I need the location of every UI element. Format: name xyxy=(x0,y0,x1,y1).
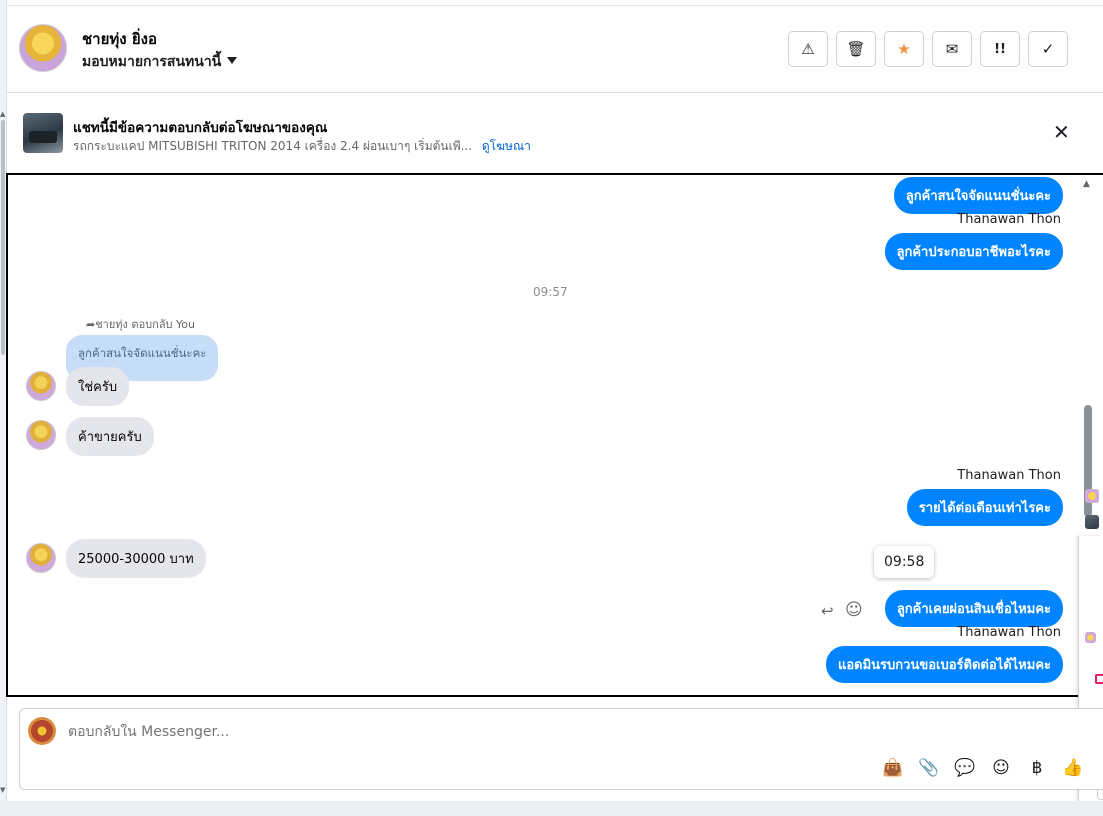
contact-name[interactable]: ชายทุ่ง ยิ่งอ xyxy=(82,27,157,51)
mark-unread-button[interactable]: ✉ xyxy=(932,31,972,67)
scroll-up-arrow-icon[interactable]: ▲ xyxy=(0,110,5,118)
calendar-icon xyxy=(1095,674,1103,684)
reply-arrow-icon: ➦ xyxy=(86,318,96,331)
message-composer: 👜 📎 💬 ☺ ฿ 👍 xyxy=(19,708,1103,790)
outgoing-message[interactable]: ลูกค้าเคยผ่อนสินเชื่อไหมคะ xyxy=(884,590,1063,627)
contact-avatar-small[interactable] xyxy=(26,543,56,573)
reply-note-text: ชายทุ่ง ตอบกลับ You xyxy=(95,318,195,331)
saved-reply-icon[interactable]: 💬 xyxy=(947,757,983,779)
contact-avatar-small[interactable] xyxy=(26,371,56,401)
caret-down-icon xyxy=(227,57,238,64)
scroll-down-arrow-icon[interactable]: ▼ xyxy=(0,786,5,794)
sender-name: Thanawan Thon xyxy=(957,468,1061,483)
reply-icon[interactable]: ↩ xyxy=(821,602,834,620)
outgoing-message[interactable]: แอดมินรบกวนขอเบอร์ติดต่อได้ไหมคะ xyxy=(825,646,1063,683)
warning-icon: ⚠ xyxy=(801,40,815,58)
message-thread[interactable]: ▲ ลูกค้าสนใจจัดแนนชั่นะคะ Thanawan Thon … xyxy=(6,173,1103,697)
ad-thumbnail[interactable] xyxy=(23,113,63,153)
incoming-message[interactable]: 25000-30000 บาท xyxy=(66,539,206,578)
outgoing-message[interactable]: ลูกค้าสนใจจัดแนนชั่นะคะ xyxy=(893,177,1063,214)
react-emoji-icon[interactable]: ☺ xyxy=(845,600,863,620)
assign-conversation-dropdown[interactable]: มอบหมายการสนทนานี้ xyxy=(82,51,238,73)
contact-avatar[interactable] xyxy=(19,24,67,72)
ad-banner-subtitle: รถกระบะแคป MITSUBISHI TRITON 2014 เครื่อ… xyxy=(73,137,531,156)
close-icon[interactable]: ✕ xyxy=(1053,120,1070,144)
incoming-message[interactable]: ค้าขายครับ xyxy=(66,417,154,456)
envelope-icon: ✉ xyxy=(945,40,959,58)
bag-icon[interactable]: 👜 xyxy=(875,757,911,779)
ad-reply-banner: แชทนี้มีข้อความตอบกลับต่อโฆษณาของคุณ รถก… xyxy=(7,94,1103,170)
done-button[interactable]: ✓ xyxy=(1028,31,1068,67)
spam-button[interactable]: ⚠ xyxy=(788,31,828,67)
conversation-header: ชายทุ่ง ยิ่งอ มอบหมายการสนทนานี้ ⚠ 🗑 ★ ✉… xyxy=(7,5,1103,93)
exclamation-icon: !! xyxy=(994,41,1006,57)
inbox-conversation-view: ▲ ▼ ชายทุ่ง ยิ่งอ มอบหมายการสนทนานี้ ⚠ 🗑… xyxy=(0,0,1103,816)
emoji-icon[interactable]: ☺ xyxy=(983,757,1019,779)
mini-avatar xyxy=(1085,632,1096,643)
view-ad-link[interactable]: ดูโฆษณา xyxy=(482,139,531,153)
star-button[interactable]: ★ xyxy=(884,31,924,67)
delete-button[interactable]: 🗑 xyxy=(836,31,876,67)
check-icon: ✓ xyxy=(1041,40,1055,58)
incoming-message[interactable]: ใช่ครับ xyxy=(66,367,130,406)
thumbs-up-icon[interactable]: 👍 xyxy=(1055,757,1091,779)
ad-description: รถกระบะแคป MITSUBISHI TRITON 2014 เครื่อ… xyxy=(73,139,473,153)
mini-ad-thumb[interactable] xyxy=(1085,515,1099,529)
attachment-icon[interactable]: 📎 xyxy=(911,757,947,779)
timestamp: 09:57 xyxy=(533,285,568,299)
ad-banner-title: แชทนี้มีข้อความตอบกลับต่อโฆษณาของคุณ xyxy=(73,120,328,136)
page-avatar xyxy=(28,717,56,745)
follow-up-button[interactable]: !! xyxy=(980,31,1020,67)
sender-name: Thanawan Thon xyxy=(957,212,1061,227)
header-actions: ⚠ 🗑 ★ ✉ !! ✓ xyxy=(788,31,1068,67)
outgoing-message[interactable]: ลูกค้าประกอบอาชีพอะไรคะ xyxy=(884,233,1063,270)
scroll-up-arrow-icon[interactable]: ▲ xyxy=(1083,179,1090,189)
timestamp-tooltip: 09:58 xyxy=(874,546,935,578)
outgoing-message[interactable]: รายได้ต่อเดือนเท่าไรคะ xyxy=(906,489,1063,526)
outer-scrollbar-thumb[interactable] xyxy=(1,120,5,355)
trash-icon: 🗑 xyxy=(846,40,866,58)
sender-name: Thanawan Thon xyxy=(957,625,1061,640)
star-icon: ★ xyxy=(897,40,911,58)
reply-context-note: ➦ชายทุ่ง ตอบกลับ You xyxy=(86,315,195,333)
baht-icon[interactable]: ฿ xyxy=(1019,757,1055,779)
contact-avatar-small[interactable] xyxy=(26,420,56,450)
bottom-bar xyxy=(0,801,1103,816)
composer-toolbar: 👜 📎 💬 ☺ ฿ 👍 xyxy=(875,757,1091,779)
mini-avatar[interactable] xyxy=(1085,489,1099,503)
reply-input[interactable] xyxy=(68,724,868,740)
assign-label: มอบหมายการสนทนานี้ xyxy=(82,54,222,70)
